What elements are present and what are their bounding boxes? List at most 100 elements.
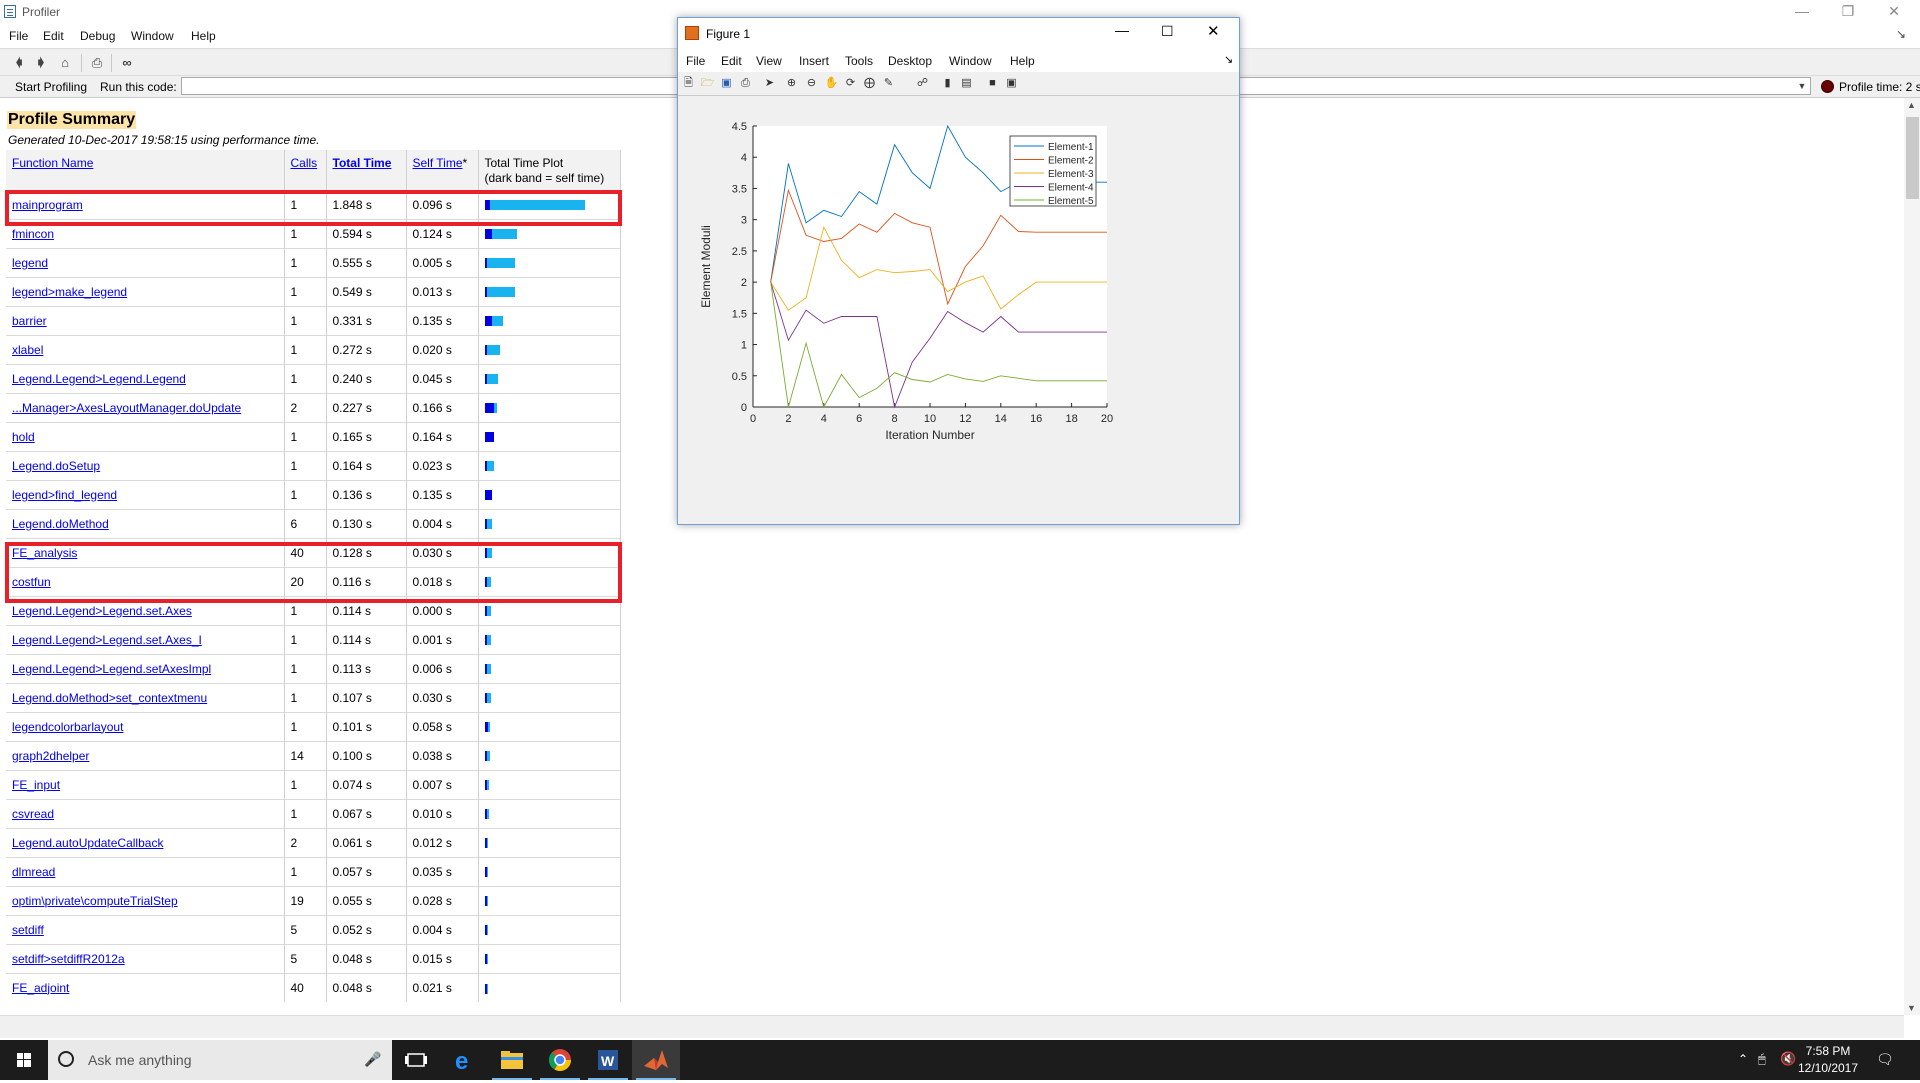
function-name-cell[interactable]: legend>make_legend bbox=[6, 276, 285, 306]
header-calls[interactable]: Calls bbox=[284, 150, 327, 190]
undock-arrow-icon[interactable]: ↘ bbox=[1896, 27, 1906, 41]
function-link[interactable]: Legend.Legend>Legend.set.Axes bbox=[12, 604, 192, 618]
zoom-in-icon[interactable]: ⊕ bbox=[784, 76, 799, 91]
edge-icon[interactable]: e bbox=[440, 1040, 488, 1080]
function-link[interactable]: ...Manager>AxesLayoutManager.doUpdate bbox=[12, 401, 241, 415]
header-total-time[interactable]: Total Time bbox=[326, 150, 407, 190]
figure-menu-view[interactable]: View bbox=[756, 54, 782, 68]
minimize-icon[interactable]: — bbox=[1779, 0, 1825, 24]
function-name-cell[interactable]: legend bbox=[6, 247, 285, 277]
function-name-cell[interactable]: FE_input bbox=[6, 769, 285, 799]
function-link[interactable]: hold bbox=[12, 430, 35, 444]
menu-window[interactable]: Window bbox=[131, 29, 174, 43]
function-name-cell[interactable]: Legend.Legend>Legend.set.Axes_I bbox=[6, 624, 285, 654]
hide-plot-tools-icon[interactable]: ■ bbox=[985, 76, 1000, 91]
figure-menu-help[interactable]: Help bbox=[1010, 54, 1035, 68]
function-name-cell[interactable]: Legend.autoUpdateCallback bbox=[6, 827, 285, 857]
function-link[interactable]: setdiff>setdiffR2012a bbox=[12, 952, 125, 966]
function-link[interactable]: Legend.Legend>Legend.setAxesImpl bbox=[12, 662, 211, 676]
pointer-icon[interactable]: ➤ bbox=[762, 76, 777, 91]
function-name-cell[interactable]: legendcolorbarlayout bbox=[6, 711, 285, 741]
link-plot-icon[interactable]: ☍ bbox=[915, 76, 930, 91]
function-link[interactable]: legend>find_legend bbox=[12, 488, 117, 502]
show-hidden-icons-icon[interactable]: ⌃ bbox=[1738, 1052, 1748, 1066]
menu-debug[interactable]: Debug bbox=[80, 29, 115, 43]
sort-function-name-link[interactable]: Function Name bbox=[12, 156, 93, 170]
function-link[interactable]: Legend.doMethod bbox=[12, 517, 109, 531]
chrome-icon[interactable] bbox=[536, 1040, 584, 1080]
function-name-cell[interactable]: Legend.Legend>Legend.Legend bbox=[6, 363, 285, 393]
function-link[interactable]: barrier bbox=[12, 314, 47, 328]
scroll-down-icon[interactable]: ▼ bbox=[1907, 1003, 1916, 1013]
pan-icon[interactable]: ✋ bbox=[824, 76, 839, 91]
function-link[interactable]: Legend.Legend>Legend.Legend bbox=[12, 372, 186, 386]
function-name-cell[interactable]: hold bbox=[6, 421, 285, 451]
cortana-search-box[interactable]: Ask me anything 🎤 bbox=[48, 1040, 392, 1080]
find-binoculars-icon[interactable]: ∞ bbox=[119, 55, 135, 71]
windows-start-icon[interactable] bbox=[0, 1040, 48, 1080]
figure-dock-icon[interactable]: ↘ bbox=[1224, 53, 1233, 66]
figure-menu-file[interactable]: File bbox=[686, 54, 705, 68]
system-clock[interactable]: 7:58 PM 12/10/2017 bbox=[1788, 1043, 1868, 1077]
function-link[interactable]: Legend.autoUpdateCallback bbox=[12, 836, 163, 850]
close-icon[interactable]: ✕ bbox=[1871, 0, 1917, 24]
function-name-cell[interactable]: graph2dhelper bbox=[6, 740, 285, 770]
chevron-down-icon[interactable]: ▼ bbox=[1795, 78, 1809, 94]
sort-total-time-link[interactable]: Total Time bbox=[333, 156, 392, 170]
figure-window[interactable]: Figure 1 — ☐ ✕ File Edit View Insert Too… bbox=[677, 17, 1240, 525]
rotate-3d-icon[interactable]: ⟳ bbox=[843, 76, 858, 91]
restore-icon[interactable]: ❐ bbox=[1825, 0, 1871, 24]
function-link[interactable]: fmincon bbox=[12, 227, 54, 241]
function-link[interactable]: Legend.doSetup bbox=[12, 459, 100, 473]
menu-file[interactable]: File bbox=[9, 29, 28, 43]
function-name-cell[interactable]: setdiff bbox=[6, 914, 285, 944]
matlab-icon[interactable] bbox=[632, 1040, 680, 1080]
function-link[interactable]: csvread bbox=[12, 807, 54, 821]
microphone-icon[interactable]: 🎤 bbox=[364, 1051, 381, 1068]
brush-icon[interactable]: ✎ bbox=[881, 76, 896, 91]
new-figure-icon[interactable]: 🗎 bbox=[681, 76, 696, 91]
function-link[interactable]: setdiff bbox=[12, 923, 44, 937]
figure-menu-insert[interactable]: Insert bbox=[799, 54, 829, 68]
show-plot-tools-icon[interactable]: ▣ bbox=[1004, 76, 1019, 91]
function-name-cell[interactable]: FE_adjoint bbox=[6, 972, 285, 1002]
function-link[interactable]: legend bbox=[12, 256, 48, 270]
scroll-up-icon[interactable]: ▲ bbox=[1907, 100, 1916, 110]
function-link[interactable]: graph2dhelper bbox=[12, 749, 89, 763]
function-name-cell[interactable]: Legend.Legend>Legend.setAxesImpl bbox=[6, 653, 285, 683]
word-icon[interactable]: W bbox=[584, 1040, 632, 1080]
function-name-cell[interactable]: barrier bbox=[6, 305, 285, 335]
sort-self-time-link[interactable]: Self Time bbox=[413, 156, 463, 170]
function-name-cell[interactable]: Legend.doSetup bbox=[6, 450, 285, 480]
action-center-icon[interactable]: 🗨 bbox=[1876, 1051, 1894, 1068]
header-function-name[interactable]: Function Name bbox=[6, 150, 285, 190]
vertical-scrollbar[interactable]: ▲ ▼ bbox=[1904, 98, 1920, 1015]
function-link[interactable]: legendcolorbarlayout bbox=[12, 720, 123, 734]
figure-minimize-icon[interactable]: — bbox=[1115, 22, 1129, 38]
figure-menu-tools[interactable]: Tools bbox=[845, 54, 873, 68]
menu-edit[interactable]: Edit bbox=[43, 29, 64, 43]
print-icon[interactable]: ⎙ bbox=[738, 76, 753, 91]
function-name-cell[interactable]: ...Manager>AxesLayoutManager.doUpdate bbox=[6, 392, 285, 422]
figure-menu-edit[interactable]: Edit bbox=[721, 54, 742, 68]
menu-help[interactable]: Help bbox=[191, 29, 216, 43]
insert-legend-icon[interactable]: ▤ bbox=[959, 76, 974, 91]
function-link[interactable]: dlmread bbox=[12, 865, 55, 879]
task-view-icon[interactable] bbox=[392, 1040, 440, 1080]
function-name-cell[interactable]: dlmread bbox=[6, 856, 285, 886]
network-icon[interactable]: 🖱 bbox=[1758, 1051, 1766, 1067]
print-icon[interactable]: ⎙ bbox=[89, 55, 105, 71]
start-profiling-button[interactable]: Start Profiling bbox=[15, 80, 87, 94]
function-name-cell[interactable]: setdiff>setdiffR2012a bbox=[6, 943, 285, 973]
function-link[interactable]: Legend.Legend>Legend.set.Axes_I bbox=[12, 633, 202, 647]
sort-calls-link[interactable]: Calls bbox=[291, 156, 318, 170]
forward-arrow-icon[interactable]: 🡂 bbox=[33, 55, 49, 71]
function-link[interactable]: FE_input bbox=[12, 778, 60, 792]
open-file-icon[interactable]: 🗁 bbox=[700, 76, 715, 91]
scrollbar-thumb[interactable] bbox=[1906, 117, 1919, 199]
function-name-cell[interactable]: Legend.doMethod bbox=[6, 508, 285, 538]
figure-maximize-icon[interactable]: ☐ bbox=[1161, 23, 1174, 40]
save-icon[interactable]: ▣ bbox=[719, 76, 734, 91]
function-name-cell[interactable]: csvread bbox=[6, 798, 285, 828]
function-link[interactable]: FE_adjoint bbox=[12, 981, 69, 995]
